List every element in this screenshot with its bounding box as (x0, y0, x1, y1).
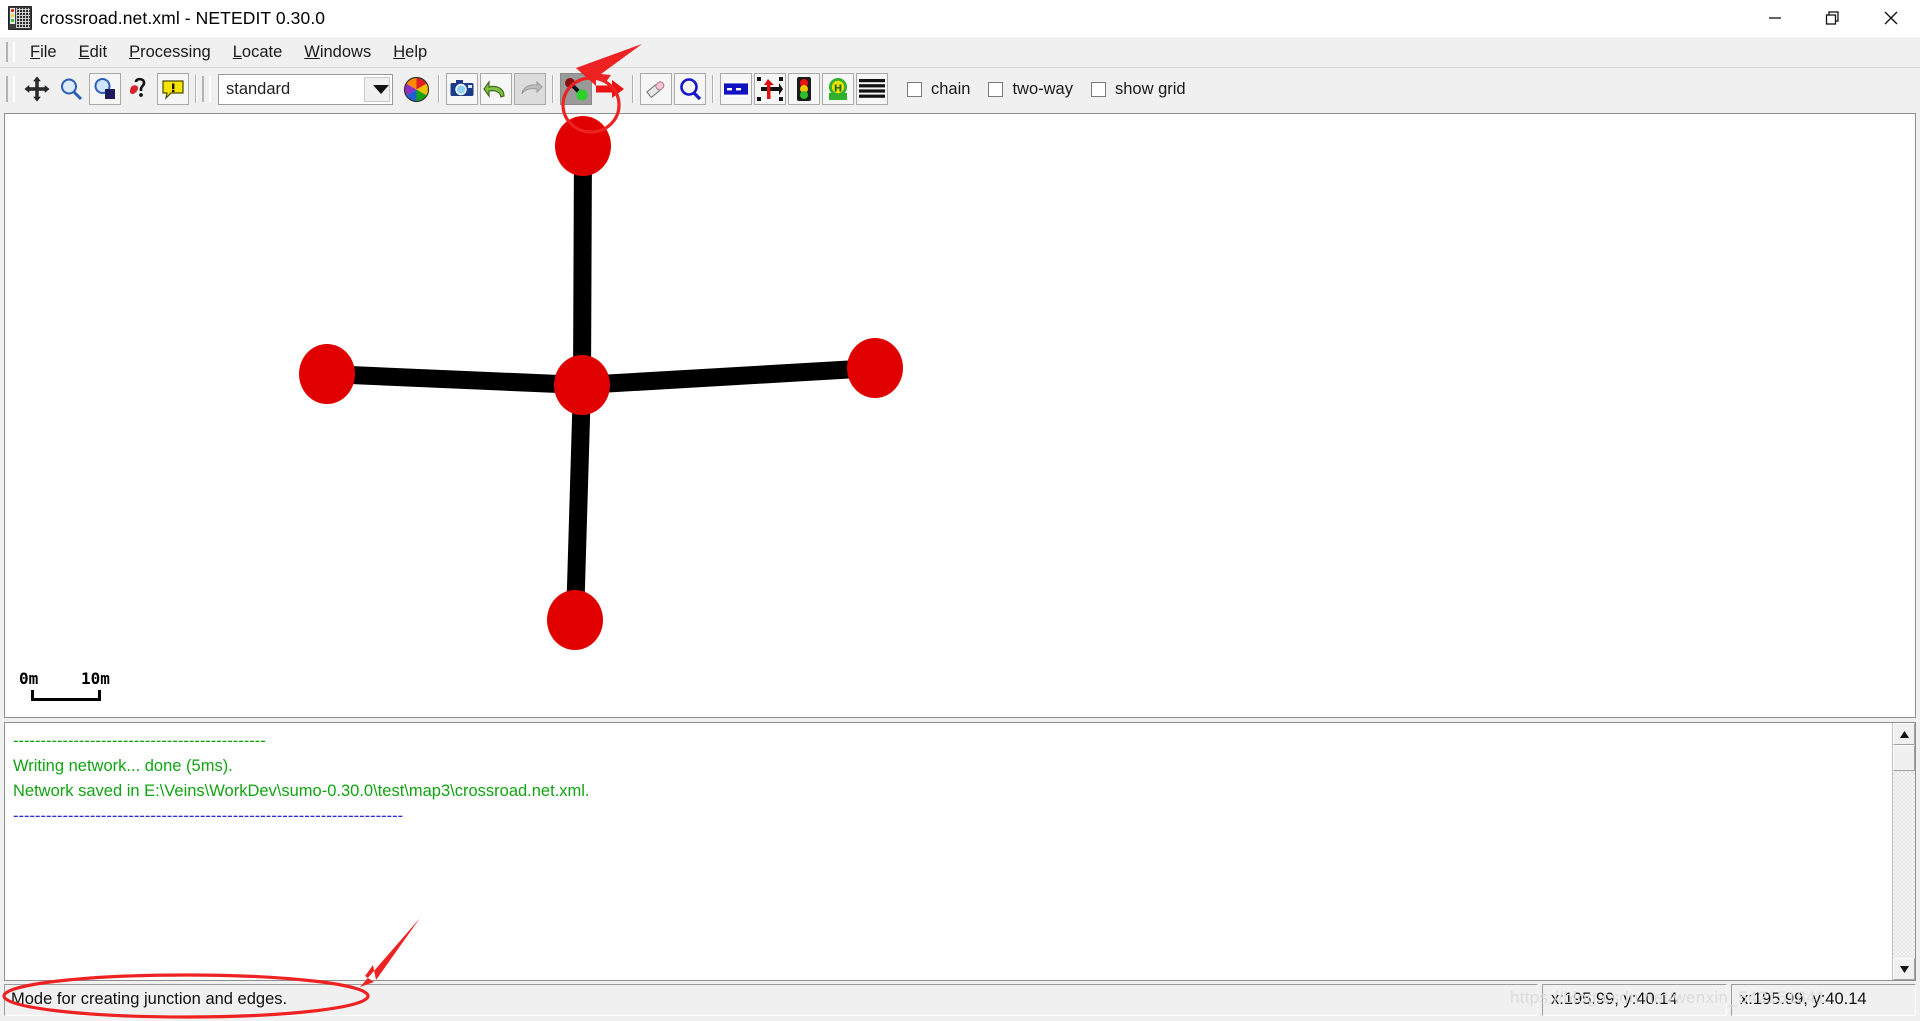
minimize-button[interactable] (1746, 0, 1804, 36)
menu-windows-mnemonic: W (304, 43, 320, 61)
message-log-text: ----------------------------------------… (5, 723, 1892, 980)
scale-bar: 0m 10m (19, 669, 110, 701)
scale-bracket (31, 690, 101, 701)
scale-end-label: 10m (81, 669, 110, 688)
menu-file-label: ile (40, 43, 57, 61)
toolbar-drag-grip-2[interactable] (202, 76, 211, 102)
network-drawing[interactable] (5, 114, 1915, 718)
create-edge-mode-icon[interactable] (560, 73, 592, 105)
show-grid-checkbox[interactable]: show grid (1091, 80, 1186, 99)
toolbar-container: standard (0, 67, 1920, 111)
menu-bar: File Edit Processing Locate Windows Help (0, 37, 1920, 67)
menu-file[interactable]: File (19, 40, 68, 65)
color-wheel-icon[interactable] (400, 73, 432, 105)
restore-button[interactable] (1804, 0, 1862, 36)
menu-processing-mnemonic: P (129, 43, 140, 61)
log-line: ----------------------------------------… (13, 729, 1884, 754)
menu-help-mnemonic: H (393, 43, 405, 61)
delete-mode-icon[interactable] (640, 73, 672, 105)
two-way-checkbox-box[interactable] (988, 82, 1003, 97)
menu-processing[interactable]: Processing (118, 40, 222, 65)
two-way-checkbox-label: two-way (1012, 80, 1073, 99)
toolbar-drag-grip[interactable] (6, 76, 15, 102)
message-log-panel: ----------------------------------------… (4, 722, 1916, 981)
network-edge[interactable] (575, 385, 582, 620)
network-edge[interactable] (582, 146, 583, 385)
additional-mode-icon[interactable]: H (822, 73, 854, 105)
scroll-thumb[interactable] (1893, 745, 1915, 771)
visualisation-scheme-combo[interactable]: standard (218, 74, 393, 105)
menu-locate-label: ocate (242, 43, 282, 61)
scroll-down-button[interactable] (1893, 958, 1915, 980)
netedit-window: crossroad.net.xml - NETEDIT 0.30.0 File (0, 0, 1920, 1021)
scroll-up-button[interactable] (1893, 723, 1915, 745)
network-junction[interactable] (847, 338, 903, 398)
main-toolbar: standard (0, 70, 1920, 108)
network-edge[interactable] (582, 368, 875, 385)
toolbar-separator-5 (712, 75, 714, 103)
chevron-down-icon[interactable] (364, 77, 390, 102)
zoom-selection-icon[interactable] (89, 73, 121, 105)
toolbar-separator-4 (632, 75, 634, 103)
window-controls (1746, 0, 1920, 36)
scroll-track[interactable] (1893, 745, 1915, 958)
window-title: crossroad.net.xml - NETEDIT 0.30.0 (40, 8, 325, 29)
network-junction[interactable] (547, 590, 603, 650)
select-mode-icon[interactable] (720, 73, 752, 105)
network-junction[interactable] (299, 344, 355, 404)
menu-windows[interactable]: Windows (293, 40, 382, 65)
scale-start-label: 0m (19, 669, 81, 688)
network-junction[interactable] (554, 355, 610, 415)
recenter-view-icon[interactable] (21, 73, 53, 105)
network-junction[interactable] (555, 116, 611, 176)
menu-locate-mnemonic: L (233, 43, 242, 61)
menu-help-label: elp (405, 43, 427, 61)
close-button[interactable] (1862, 0, 1920, 36)
toolbar-separator-1 (195, 75, 197, 103)
menu-locate[interactable]: Locate (222, 40, 294, 65)
show-grid-checkbox-box[interactable] (1091, 82, 1106, 97)
svg-text:H: H (834, 84, 842, 95)
menu-file-mnemonic: F (30, 43, 40, 61)
menu-edit[interactable]: Edit (68, 40, 118, 65)
network-edge[interactable] (327, 374, 582, 385)
chain-checkbox-box[interactable] (907, 82, 922, 97)
traffic-light-mode-icon[interactable] (788, 73, 820, 105)
log-vertical-scrollbar[interactable] (1892, 723, 1915, 980)
visualisation-scheme-value: standard (219, 80, 290, 99)
menu-edit-label: dit (90, 43, 107, 61)
help-icon[interactable] (123, 73, 155, 105)
info-icon[interactable] (157, 73, 189, 105)
log-line: Network saved in E:\Veins\WorkDev\sumo-0… (13, 779, 1884, 804)
log-line: Writing network... done (5ms). (13, 754, 1884, 779)
zoom-icon[interactable] (55, 73, 87, 105)
camera-icon[interactable] (446, 73, 478, 105)
network-canvas[interactable]: 0m 10m (4, 113, 1916, 718)
status-message-text: Mode for creating junction and edges. (11, 990, 287, 1009)
connection-mode-icon[interactable] (754, 73, 786, 105)
netedit-icon (8, 6, 32, 30)
chain-checkbox-label: chain (931, 80, 970, 99)
redo-icon[interactable] (514, 73, 546, 105)
two-way-checkbox[interactable]: two-way (988, 80, 1073, 99)
watermark-text: https://blog.csdn.net/wenxin_542151641 (1510, 988, 1826, 1008)
menu-edit-mnemonic: E (79, 43, 90, 61)
chain-checkbox[interactable]: chain (907, 80, 970, 99)
menu-help[interactable]: Help (382, 40, 438, 65)
show-grid-checkbox-label: show grid (1115, 80, 1186, 99)
menu-windows-label: indows (320, 43, 371, 61)
status-message-field: Mode for creating junction and edges. (4, 984, 1538, 1016)
menu-processing-label: rocessing (140, 43, 211, 61)
toolbar-separator-2 (438, 75, 440, 103)
menu-drag-grip[interactable] (6, 42, 15, 62)
inspect-mode-icon[interactable] (674, 73, 706, 105)
title-bar: crossroad.net.xml - NETEDIT 0.30.0 (0, 0, 1920, 37)
crossing-mode-icon[interactable] (856, 73, 888, 105)
toolbar-separator-3 (552, 75, 554, 103)
log-line: ----------------------------------------… (13, 804, 1884, 829)
undo-icon[interactable] (480, 73, 512, 105)
move-mode-icon[interactable] (594, 73, 626, 105)
